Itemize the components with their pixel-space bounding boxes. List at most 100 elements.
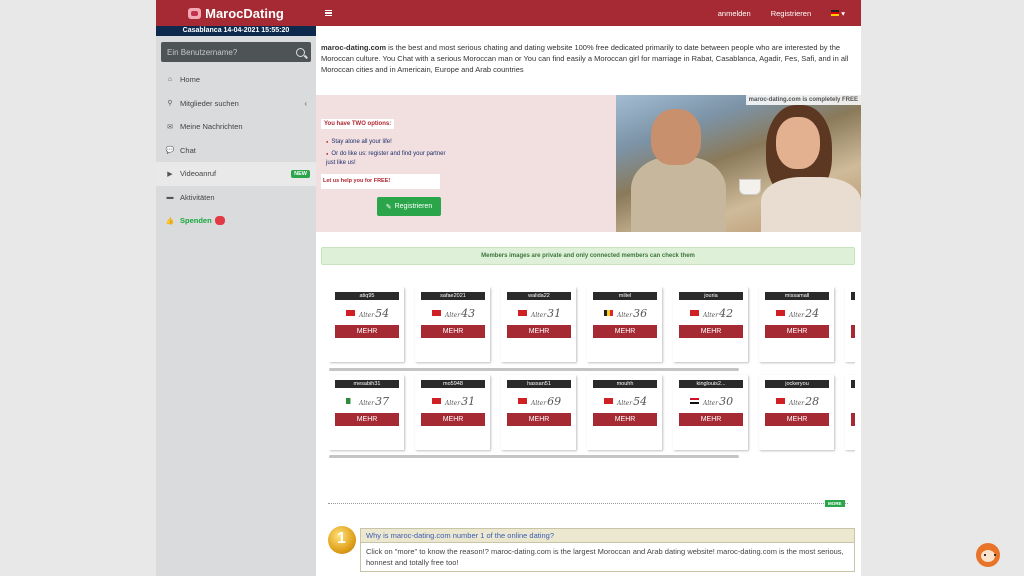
member-username[interactable]: mesabih31 [335, 380, 399, 388]
members-row: atiq95 Alter 54 MEHR safae2021 Alter 43 MEHR wal… [329, 287, 855, 362]
member-card[interactable]: jockeryou Alter 28 MEHR [759, 375, 834, 450]
age-value: 54 [633, 395, 648, 408]
sidebar-item[interactable]: ✉ Meine Nachrichten [156, 115, 316, 139]
sidebar-item[interactable]: ⚲ Mitglieder suchen ‹ [156, 92, 316, 116]
heart-icon [214, 216, 225, 226]
age-value: 36 [633, 307, 648, 320]
mehr-button[interactable]: MEHR [593, 413, 657, 426]
more-button[interactable]: MORE [825, 500, 845, 507]
age-label: Alter [445, 400, 461, 407]
country-flag-icon [518, 398, 527, 404]
mehr-button[interactable]: MEHR [507, 413, 571, 426]
member-age: Alter 31 [531, 307, 561, 320]
member-card-partial[interactable] [845, 375, 855, 450]
member-card[interactable]: mouhh Alter 54 MEHR [587, 375, 662, 450]
private-images-notice: Members images are private and only conn… [321, 247, 855, 265]
search-icon[interactable] [296, 47, 305, 57]
member-age: Alter 31 [445, 395, 475, 408]
member-card[interactable]: jouria Alter 42 MEHR [673, 287, 748, 362]
members-carousel: atiq95 Alter 54 MEHR safae2021 Alter 43 MEHR wal… [329, 287, 855, 459]
chat-icon: 💬 [165, 147, 175, 155]
faq-title[interactable]: Why is maroc-dating.com number 1 of the … [361, 529, 854, 543]
age-label: Alter [789, 400, 805, 407]
couple-photo: maroc-dating.com is completely FREE [616, 95, 861, 232]
age-label: Alter [359, 312, 375, 319]
member-card[interactable]: mesabih31 Alter 37 MEHR [329, 375, 404, 450]
member-card[interactable]: walida22 Alter 31 MEHR [501, 287, 576, 362]
hamburger-menu-icon[interactable] [325, 10, 332, 16]
member-age: Alter 36 [617, 307, 647, 320]
cup-icon [739, 179, 761, 195]
new-badge: NEW [291, 169, 310, 178]
login-link[interactable]: anmelden [718, 9, 751, 18]
page-frame: MarocDating Casablanca 14-04-2021 15:55:… [156, 0, 861, 576]
mehr-button[interactable] [851, 413, 855, 426]
member-username[interactable]: miliel [593, 292, 657, 300]
chevron-left-icon: ‹ [304, 98, 307, 108]
sidebar-item[interactable]: ▬ Aktivitäten [156, 186, 316, 210]
mehr-button[interactable]: MEHR [679, 413, 743, 426]
logo-heart-icon [188, 7, 202, 19]
member-card[interactable]: kinglouis2... Alter 30 MEHR [673, 375, 748, 450]
faq-box: Why is maroc-dating.com number 1 of the … [360, 528, 855, 572]
country-flag-icon [604, 310, 613, 316]
member-username[interactable]: hassan51 [507, 380, 571, 388]
mehr-button[interactable]: MEHR [421, 413, 485, 426]
member-card[interactable]: hassan51 Alter 69 MEHR [501, 375, 576, 450]
member-username [851, 292, 855, 300]
member-username[interactable]: missamall [765, 292, 829, 300]
mehr-button[interactable]: MEHR [679, 325, 743, 338]
member-card-partial[interactable] [845, 287, 855, 362]
mehr-button[interactable]: MEHR [765, 413, 829, 426]
member-age: Alter 69 [531, 395, 561, 408]
thumbs-up-icon: 👍 [165, 217, 175, 225]
mehr-button[interactable]: MEHR [335, 325, 399, 338]
country-flag-icon [432, 310, 441, 316]
member-age: Alter 30 [703, 395, 733, 408]
member-username[interactable]: mouhh [593, 380, 657, 388]
sidebar-item[interactable]: ⌂ Home [156, 68, 316, 92]
member-username[interactable]: atiq95 [335, 292, 399, 300]
mehr-button[interactable] [851, 325, 855, 338]
sidebar-item[interactable]: 💬 Chat [156, 139, 316, 163]
member-username[interactable]: safae2021 [421, 292, 485, 300]
chevron-down-icon: ▾ [841, 8, 845, 18]
member-age: Alter 43 [445, 307, 475, 320]
mehr-button[interactable]: MEHR [765, 325, 829, 338]
member-card[interactable]: safae2021 Alter 43 MEHR [415, 287, 490, 362]
age-value: 24 [805, 307, 820, 320]
sidebar-item-label: Spenden [180, 216, 212, 226]
age-value: 31 [547, 307, 562, 320]
age-value: 43 [461, 307, 476, 320]
member-card[interactable]: mo5948 Alter 31 MEHR [415, 375, 490, 450]
member-username[interactable]: kinglouis2... [679, 380, 743, 388]
username-search-input[interactable] [167, 47, 296, 57]
member-username[interactable]: mo5948 [421, 380, 485, 388]
age-value: 42 [719, 307, 734, 320]
option-item: Or do like us: register and find your pa… [326, 149, 446, 168]
site-logo[interactable]: MarocDating [156, 0, 316, 26]
register-link[interactable]: Registrieren [771, 9, 811, 18]
country-flag-icon [604, 398, 613, 404]
member-card[interactable]: atiq95 Alter 54 MEHR [329, 287, 404, 362]
sidebar-item[interactable]: 👍 Spenden [156, 209, 316, 233]
sidebar-item-label: Mitglieder suchen [180, 98, 239, 108]
chat-support-icon[interactable] [976, 543, 1000, 567]
register-button[interactable]: ✎ Registrieren [377, 197, 441, 216]
mehr-button[interactable]: MEHR [335, 413, 399, 426]
member-username[interactable]: walida22 [507, 292, 571, 300]
member-card[interactable]: miliel Alter 36 MEHR [587, 287, 662, 362]
mehr-button[interactable]: MEHR [421, 325, 485, 338]
member-card[interactable]: missamall Alter 24 MEHR [759, 287, 834, 362]
member-username[interactable]: jouria [679, 292, 743, 300]
mehr-button[interactable]: MEHR [507, 325, 571, 338]
mehr-button[interactable]: MEHR [593, 325, 657, 338]
scrollbar[interactable] [329, 455, 739, 458]
country-flag-icon [776, 310, 785, 316]
member-age: Alter 42 [703, 307, 733, 320]
member-username[interactable]: jockeryou [765, 380, 829, 388]
divider [328, 503, 848, 504]
sidebar-item[interactable]: ▶ Videoanruf NEW [156, 162, 316, 186]
language-selector[interactable]: ▾ [831, 9, 845, 18]
scrollbar[interactable] [329, 368, 739, 371]
